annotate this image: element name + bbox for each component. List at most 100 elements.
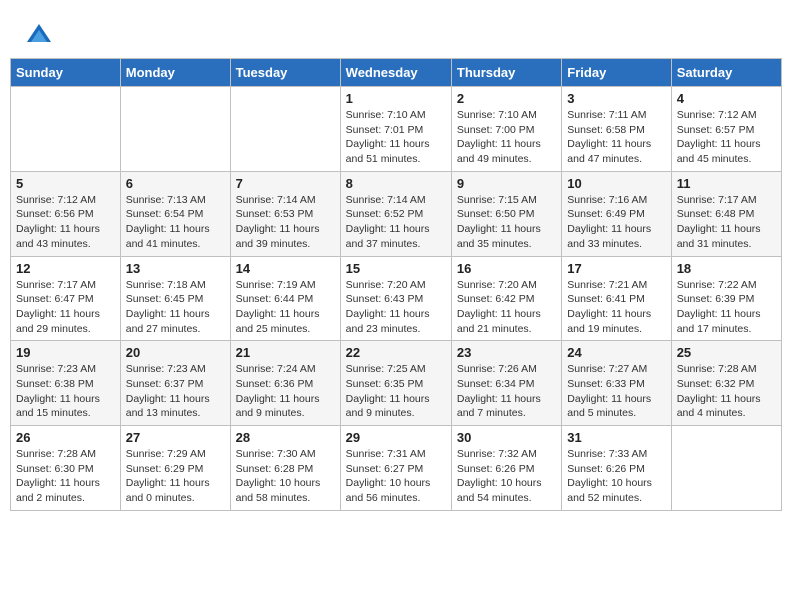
week-row-3: 12Sunrise: 7:17 AMSunset: 6:47 PMDayligh…: [11, 256, 782, 341]
day-number: 30: [457, 430, 556, 445]
day-cell: 9 Sunrise: 7:15 AMSunset: 6:50 PMDaylight…: [451, 171, 561, 256]
day-cell: [671, 426, 781, 511]
day-number: 19: [16, 345, 115, 360]
day-number: 4: [677, 91, 776, 106]
day-info: Sunrise: 7:14 AMSunset: 6:53 PMDaylight:…: [236, 193, 335, 252]
day-cell: 27Sunrise: 7:29 AMSunset: 6:29 PMDayligh…: [120, 426, 230, 511]
day-cell: 28Sunrise: 7:30 AMSunset: 6:28 PMDayligh…: [230, 426, 340, 511]
day-cell: 5 Sunrise: 7:12 AMSunset: 6:56 PMDaylight…: [11, 171, 121, 256]
day-info: Sunrise: 7:19 AMSunset: 6:44 PMDaylight:…: [236, 278, 335, 337]
day-info: Sunrise: 7:23 AMSunset: 6:38 PMDaylight:…: [16, 362, 115, 421]
weekday-header-friday: Friday: [562, 59, 671, 87]
weekday-header-monday: Monday: [120, 59, 230, 87]
week-row-1: 1 Sunrise: 7:10 AMSunset: 7:01 PMDaylight…: [11, 87, 782, 172]
day-number: 5: [16, 176, 115, 191]
day-cell: 12Sunrise: 7:17 AMSunset: 6:47 PMDayligh…: [11, 256, 121, 341]
day-info: Sunrise: 7:15 AMSunset: 6:50 PMDaylight:…: [457, 193, 556, 252]
day-cell: 21 Sunrise: 7:24 AMSunset: 6:36 PMDayligh…: [230, 341, 340, 426]
day-cell: 11 Sunrise: 7:17 AMSunset: 6:48 PMDayligh…: [671, 171, 781, 256]
day-cell: 14 Sunrise: 7:19 AMSunset: 6:44 PMDayligh…: [230, 256, 340, 341]
day-info: Sunrise: 7:32 AMSunset: 6:26 PMDaylight:…: [457, 447, 556, 506]
day-cell: 24Sunrise: 7:27 AMSunset: 6:33 PMDayligh…: [562, 341, 671, 426]
day-info: Sunrise: 7:33 AMSunset: 6:26 PMDaylight:…: [567, 447, 665, 506]
day-cell: [230, 87, 340, 172]
day-cell: 17 Sunrise: 7:21 AMSunset: 6:41 PMDayligh…: [562, 256, 671, 341]
weekday-header-thursday: Thursday: [451, 59, 561, 87]
day-info: Sunrise: 7:24 AMSunset: 6:36 PMDaylight:…: [236, 362, 335, 421]
day-info: Sunrise: 7:20 AMSunset: 6:42 PMDaylight:…: [457, 278, 556, 337]
day-info: Sunrise: 7:12 AMSunset: 6:56 PMDaylight:…: [16, 193, 115, 252]
day-number: 22: [346, 345, 446, 360]
day-number: 10: [567, 176, 665, 191]
day-number: 16: [457, 261, 556, 276]
day-number: 25: [677, 345, 776, 360]
day-number: 7: [236, 176, 335, 191]
day-number: 20: [126, 345, 225, 360]
day-info: Sunrise: 7:10 AMSunset: 7:01 PMDaylight:…: [346, 108, 446, 167]
day-number: 2: [457, 91, 556, 106]
day-info: Sunrise: 7:27 AMSunset: 6:33 PMDaylight:…: [567, 362, 665, 421]
day-info: Sunrise: 7:18 AMSunset: 6:45 PMDaylight:…: [126, 278, 225, 337]
day-info: Sunrise: 7:12 AMSunset: 6:57 PMDaylight:…: [677, 108, 776, 167]
week-row-4: 19 Sunrise: 7:23 AMSunset: 6:38 PMDayligh…: [11, 341, 782, 426]
day-cell: 1 Sunrise: 7:10 AMSunset: 7:01 PMDaylight…: [340, 87, 451, 172]
day-info: Sunrise: 7:28 AMSunset: 6:30 PMDaylight:…: [16, 447, 115, 506]
day-cell: 20 Sunrise: 7:23 AMSunset: 6:37 PMDayligh…: [120, 341, 230, 426]
day-number: 12: [16, 261, 115, 276]
day-number: 1: [346, 91, 446, 106]
day-number: 14: [236, 261, 335, 276]
weekday-header-tuesday: Tuesday: [230, 59, 340, 87]
day-cell: [120, 87, 230, 172]
day-number: 31: [567, 430, 665, 445]
day-info: Sunrise: 7:14 AMSunset: 6:52 PMDaylight:…: [346, 193, 446, 252]
day-number: 9: [457, 176, 556, 191]
day-cell: 30 Sunrise: 7:32 AMSunset: 6:26 PMDayligh…: [451, 426, 561, 511]
day-number: 3: [567, 91, 665, 106]
day-cell: 26 Sunrise: 7:28 AMSunset: 6:30 PMDayligh…: [11, 426, 121, 511]
day-info: Sunrise: 7:16 AMSunset: 6:49 PMDaylight:…: [567, 193, 665, 252]
day-info: Sunrise: 7:10 AMSunset: 7:00 PMDaylight:…: [457, 108, 556, 167]
day-number: 21: [236, 345, 335, 360]
day-cell: [11, 87, 121, 172]
day-cell: 19 Sunrise: 7:23 AMSunset: 6:38 PMDayligh…: [11, 341, 121, 426]
week-row-5: 26 Sunrise: 7:28 AMSunset: 6:30 PMDayligh…: [11, 426, 782, 511]
day-info: Sunrise: 7:11 AMSunset: 6:58 PMDaylight:…: [567, 108, 665, 167]
day-cell: 6 Sunrise: 7:13 AMSunset: 6:54 PMDaylight…: [120, 171, 230, 256]
calendar: SundayMondayTuesdayWednesdayThursdayFrid…: [10, 58, 782, 511]
day-info: Sunrise: 7:25 AMSunset: 6:35 PMDaylight:…: [346, 362, 446, 421]
day-cell: 18 Sunrise: 7:22 AMSunset: 6:39 PMDayligh…: [671, 256, 781, 341]
day-info: Sunrise: 7:17 AMSunset: 6:48 PMDaylight:…: [677, 193, 776, 252]
day-number: 15: [346, 261, 446, 276]
day-cell: 2 Sunrise: 7:10 AMSunset: 7:00 PMDaylight…: [451, 87, 561, 172]
day-number: 26: [16, 430, 115, 445]
day-info: Sunrise: 7:13 AMSunset: 6:54 PMDaylight:…: [126, 193, 225, 252]
weekday-header-wednesday: Wednesday: [340, 59, 451, 87]
day-number: 6: [126, 176, 225, 191]
day-info: Sunrise: 7:23 AMSunset: 6:37 PMDaylight:…: [126, 362, 225, 421]
day-number: 28: [236, 430, 335, 445]
day-number: 13: [126, 261, 225, 276]
day-cell: 3 Sunrise: 7:11 AMSunset: 6:58 PMDaylight…: [562, 87, 671, 172]
logo: [25, 20, 57, 48]
day-info: Sunrise: 7:31 AMSunset: 6:27 PMDaylight:…: [346, 447, 446, 506]
page-header: [10, 10, 782, 53]
weekday-header-saturday: Saturday: [671, 59, 781, 87]
week-row-2: 5 Sunrise: 7:12 AMSunset: 6:56 PMDaylight…: [11, 171, 782, 256]
day-cell: 22 Sunrise: 7:25 AMSunset: 6:35 PMDayligh…: [340, 341, 451, 426]
day-cell: 8 Sunrise: 7:14 AMSunset: 6:52 PMDaylight…: [340, 171, 451, 256]
day-number: 17: [567, 261, 665, 276]
day-info: Sunrise: 7:28 AMSunset: 6:32 PMDaylight:…: [677, 362, 776, 421]
day-info: Sunrise: 7:22 AMSunset: 6:39 PMDaylight:…: [677, 278, 776, 337]
day-number: 18: [677, 261, 776, 276]
day-info: Sunrise: 7:26 AMSunset: 6:34 PMDaylight:…: [457, 362, 556, 421]
day-cell: 15Sunrise: 7:20 AMSunset: 6:43 PMDayligh…: [340, 256, 451, 341]
day-number: 8: [346, 176, 446, 191]
day-cell: 7 Sunrise: 7:14 AMSunset: 6:53 PMDaylight…: [230, 171, 340, 256]
day-cell: 25 Sunrise: 7:28 AMSunset: 6:32 PMDayligh…: [671, 341, 781, 426]
day-info: Sunrise: 7:21 AMSunset: 6:41 PMDaylight:…: [567, 278, 665, 337]
day-cell: 29Sunrise: 7:31 AMSunset: 6:27 PMDayligh…: [340, 426, 451, 511]
day-cell: 13 Sunrise: 7:18 AMSunset: 6:45 PMDayligh…: [120, 256, 230, 341]
day-cell: 16 Sunrise: 7:20 AMSunset: 6:42 PMDayligh…: [451, 256, 561, 341]
day-number: 23: [457, 345, 556, 360]
day-number: 11: [677, 176, 776, 191]
